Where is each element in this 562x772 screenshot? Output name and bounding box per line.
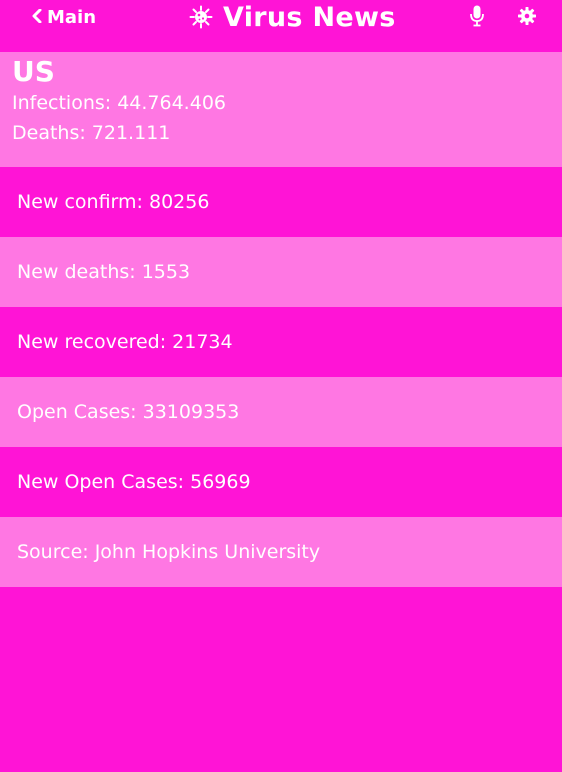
back-button[interactable]: Main (32, 5, 96, 29)
country-name: US (12, 55, 55, 88)
new-recovered-row: New recovered: 21734 (0, 307, 562, 377)
new-deaths-row: New deaths: 1553 (0, 237, 562, 307)
virus-icon (189, 5, 213, 29)
page-title: Virus News (223, 1, 396, 33)
source-row: Source: John Hopkins University (0, 517, 562, 587)
open-cases-row: Open Cases: 33109353 (0, 377, 562, 447)
deaths-stat: Deaths: 721.111 (12, 122, 171, 144)
back-label: Main (47, 6, 97, 28)
gear-icon[interactable] (518, 7, 536, 25)
app-header: Main Virus News (0, 0, 562, 52)
infections-stat: Infections: 44.764.406 (12, 92, 226, 114)
microphone-icon[interactable] (470, 5, 484, 27)
new-open-cases-row: New Open Cases: 56969 (0, 447, 562, 517)
country-summary-card: US Infections: 44.764.406 Deaths: 721.11… (0, 52, 562, 167)
new-confirm-row: New confirm: 80256 (0, 167, 562, 237)
chevron-left-icon (32, 7, 42, 28)
app-title-group: Virus News (189, 0, 396, 34)
